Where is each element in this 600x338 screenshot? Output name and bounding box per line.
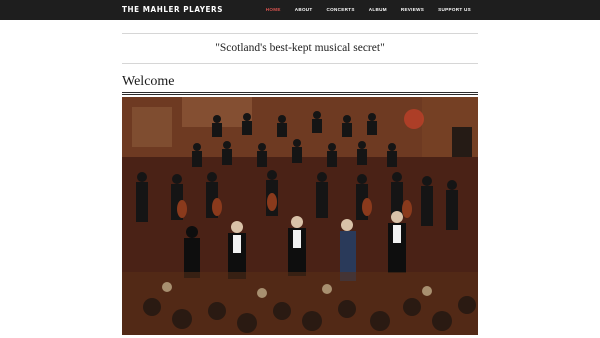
divider-top (122, 33, 478, 34)
nav-support-us[interactable]: SUPPORT US (431, 0, 478, 20)
nav-home[interactable]: HOME (259, 0, 288, 20)
orchestra-photo-illustration (122, 97, 478, 335)
nav-concerts[interactable]: CONCERTS (320, 0, 362, 20)
tagline: "Scotland's best-kept musical secret" (215, 42, 385, 54)
heading-underline-2 (122, 94, 478, 95)
divider-bottom (122, 63, 478, 64)
nav-reviews[interactable]: REVIEWS (394, 0, 431, 20)
main-nav: HOME ABOUT CONCERTS ALBUM REVIEWS SUPPOR… (259, 0, 478, 20)
site-title[interactable]: THE MAHLER PLAYERS (122, 4, 223, 16)
page-heading: Welcome (122, 74, 175, 89)
heading-underline (122, 92, 478, 93)
nav-album[interactable]: ALBUM (362, 0, 394, 20)
nav-about[interactable]: ABOUT (288, 0, 320, 20)
orchestra-photo (122, 97, 478, 335)
top-navigation-bar: THE MAHLER PLAYERS HOME ABOUT CONCERTS A… (0, 0, 600, 20)
